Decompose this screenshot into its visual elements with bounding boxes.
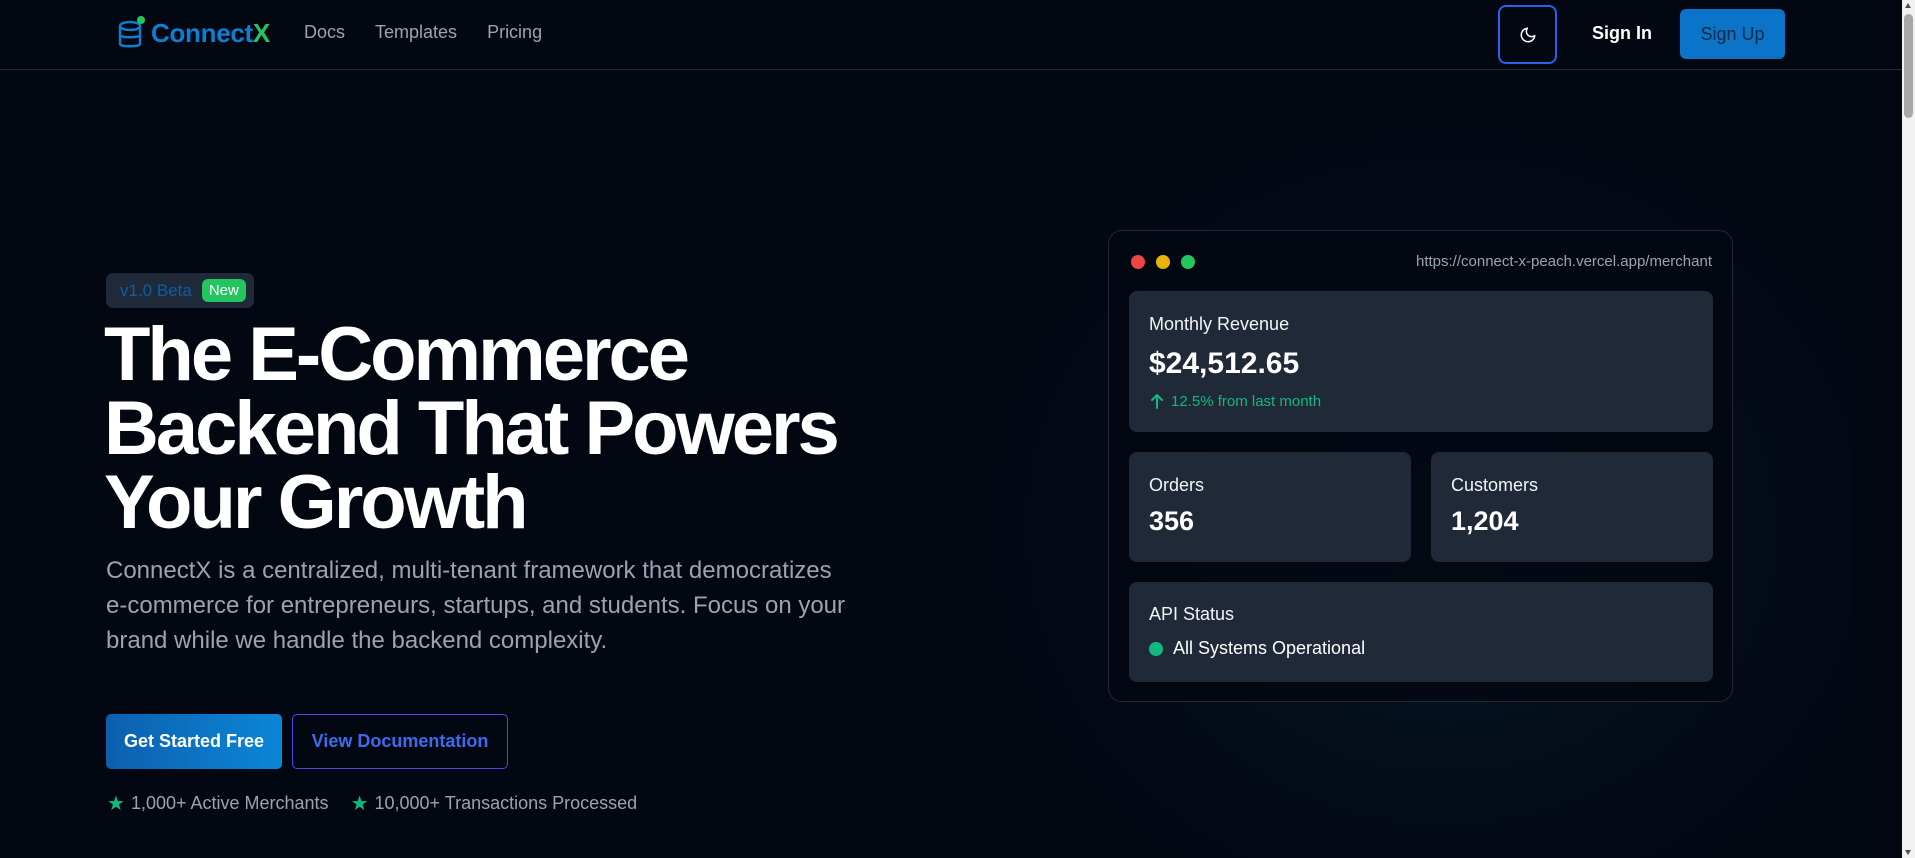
revenue-trend-text: 12.5% from last month	[1171, 392, 1322, 410]
brand-logo[interactable]: ConnectX	[117, 16, 270, 50]
customers-value: 1,204	[1451, 506, 1519, 536]
orders-label: Orders	[1149, 475, 1205, 495]
api-status-label: API Status	[1149, 604, 1235, 624]
customers-card: Customers 1,204	[1431, 452, 1713, 562]
window-controls	[1131, 255, 1195, 269]
scroll-down-icon[interactable]	[1905, 850, 1911, 855]
stat-transactions-text: 10,000+ Transactions Processed	[374, 793, 638, 813]
sign-in-link[interactable]: Sign In	[1592, 23, 1652, 44]
star-icon: ★	[107, 793, 125, 815]
badge-new-label: New	[201, 279, 246, 302]
nav-link-pricing[interactable]: Pricing	[487, 22, 542, 43]
close-dot-icon	[1131, 255, 1145, 269]
hero-headline: The E-Commerce Backend That Powers Your …	[104, 317, 864, 541]
version-badge: v1.0 Beta New	[106, 273, 254, 308]
scroll-up-icon[interactable]	[1905, 3, 1911, 8]
revenue-trend: 12.5% from last month	[1149, 392, 1321, 410]
moon-icon	[1520, 27, 1535, 42]
view-documentation-button[interactable]: View Documentation	[292, 714, 508, 769]
hero-description: ConnectX is a centralized, multi-tenant …	[106, 557, 846, 654]
maximize-dot-icon	[1181, 255, 1195, 269]
landing-page: ConnectX Docs Templates Pricing Sign In …	[0, 0, 1915, 858]
api-status-card: API Status All Systems Operational	[1129, 582, 1713, 682]
stat-merchants: ★ 1,000+ Active Merchants	[107, 791, 329, 816]
revenue-card: Monthly Revenue $24,512.65 12.5% from la…	[1129, 291, 1713, 432]
revenue-label: Monthly Revenue	[1149, 314, 1290, 334]
top-navbar: ConnectX Docs Templates Pricing Sign In …	[0, 0, 1902, 70]
headline-line-1: The E-Commerce	[104, 312, 690, 397]
theme-toggle-button[interactable]	[1498, 5, 1557, 64]
status-dot-icon	[1149, 641, 1163, 656]
page-scrollbar[interactable]	[1902, 0, 1915, 858]
star-icon: ★	[350, 793, 369, 815]
stat-merchants-text: 1,000+ Active Merchants	[130, 793, 329, 813]
badge-version-text: v1.0 Beta	[120, 280, 192, 300]
preview-url: https://connect-x-peach.vercel.app/merch…	[1416, 253, 1712, 270]
arrow-up-icon	[1151, 394, 1163, 409]
orders-value: 356	[1149, 506, 1195, 536]
minimize-dot-icon	[1156, 255, 1170, 269]
nav-link-docs[interactable]: Docs	[304, 22, 345, 43]
nav-link-templates[interactable]: Templates	[375, 22, 457, 43]
nav-links: Docs Templates Pricing	[304, 22, 542, 43]
orders-card: Orders 356	[1129, 452, 1411, 562]
customers-label: Customers	[1451, 475, 1539, 495]
revenue-value: $24,512.65	[1149, 347, 1300, 380]
get-started-button[interactable]: Get Started Free	[106, 714, 282, 769]
hero-stats: ★ 1,000+ Active Merchants ★ 10,000+ Tran…	[107, 791, 637, 816]
api-status-text: All Systems Operational	[1173, 638, 1366, 658]
brand-name: ConnectX	[151, 17, 270, 48]
headline-line-2: Backend That Powers	[104, 386, 840, 471]
api-status-line: All Systems Operational	[1149, 638, 1365, 659]
database-icon	[118, 16, 145, 48]
scrollbar-thumb[interactable]	[1904, 14, 1913, 118]
stat-transactions: ★ 10,000+ Transactions Processed	[351, 791, 638, 816]
dashboard-preview-window: https://connect-x-peach.vercel.app/merch…	[1108, 230, 1733, 702]
headline-line-3: Your Growth	[104, 460, 529, 545]
sign-up-button[interactable]: Sign Up	[1680, 9, 1785, 59]
